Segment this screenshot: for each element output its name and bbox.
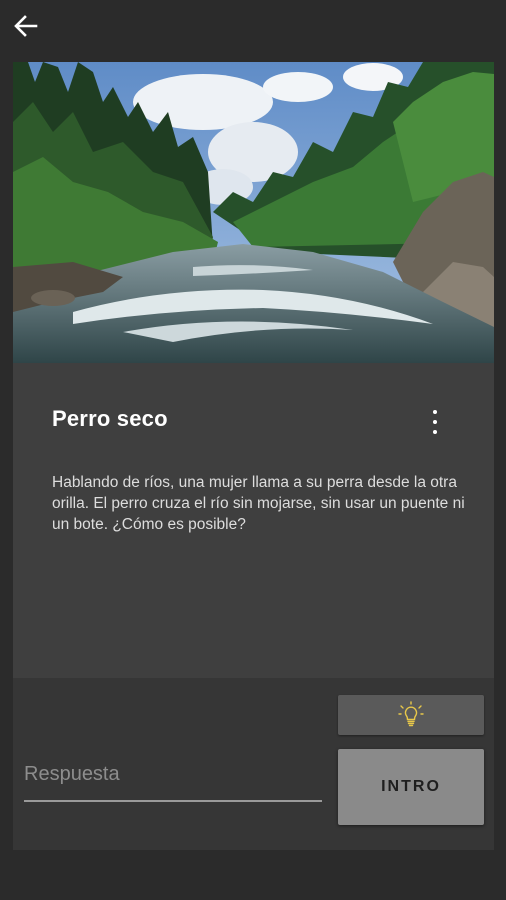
more-vert-icon — [433, 410, 437, 414]
river-photo — [13, 62, 494, 363]
arrow-left-icon — [14, 15, 38, 37]
hero-image — [13, 62, 494, 363]
app-bar — [0, 0, 506, 58]
back-button[interactable] — [10, 10, 42, 42]
riddle-text: Hablando de ríos, una mujer llama a su p… — [52, 474, 465, 533]
submit-button[interactable]: INTRO — [338, 749, 484, 825]
answer-input[interactable] — [24, 748, 322, 802]
more-options-button[interactable] — [421, 406, 449, 440]
lightbulb-icon — [398, 701, 424, 727]
riddle-card: Perro seco Hablando de ríos, una mujer l… — [13, 62, 494, 850]
hint-button[interactable] — [338, 695, 484, 735]
answer-panel: INTRO — [13, 678, 494, 850]
riddle-title: Perro seco — [52, 406, 168, 431]
